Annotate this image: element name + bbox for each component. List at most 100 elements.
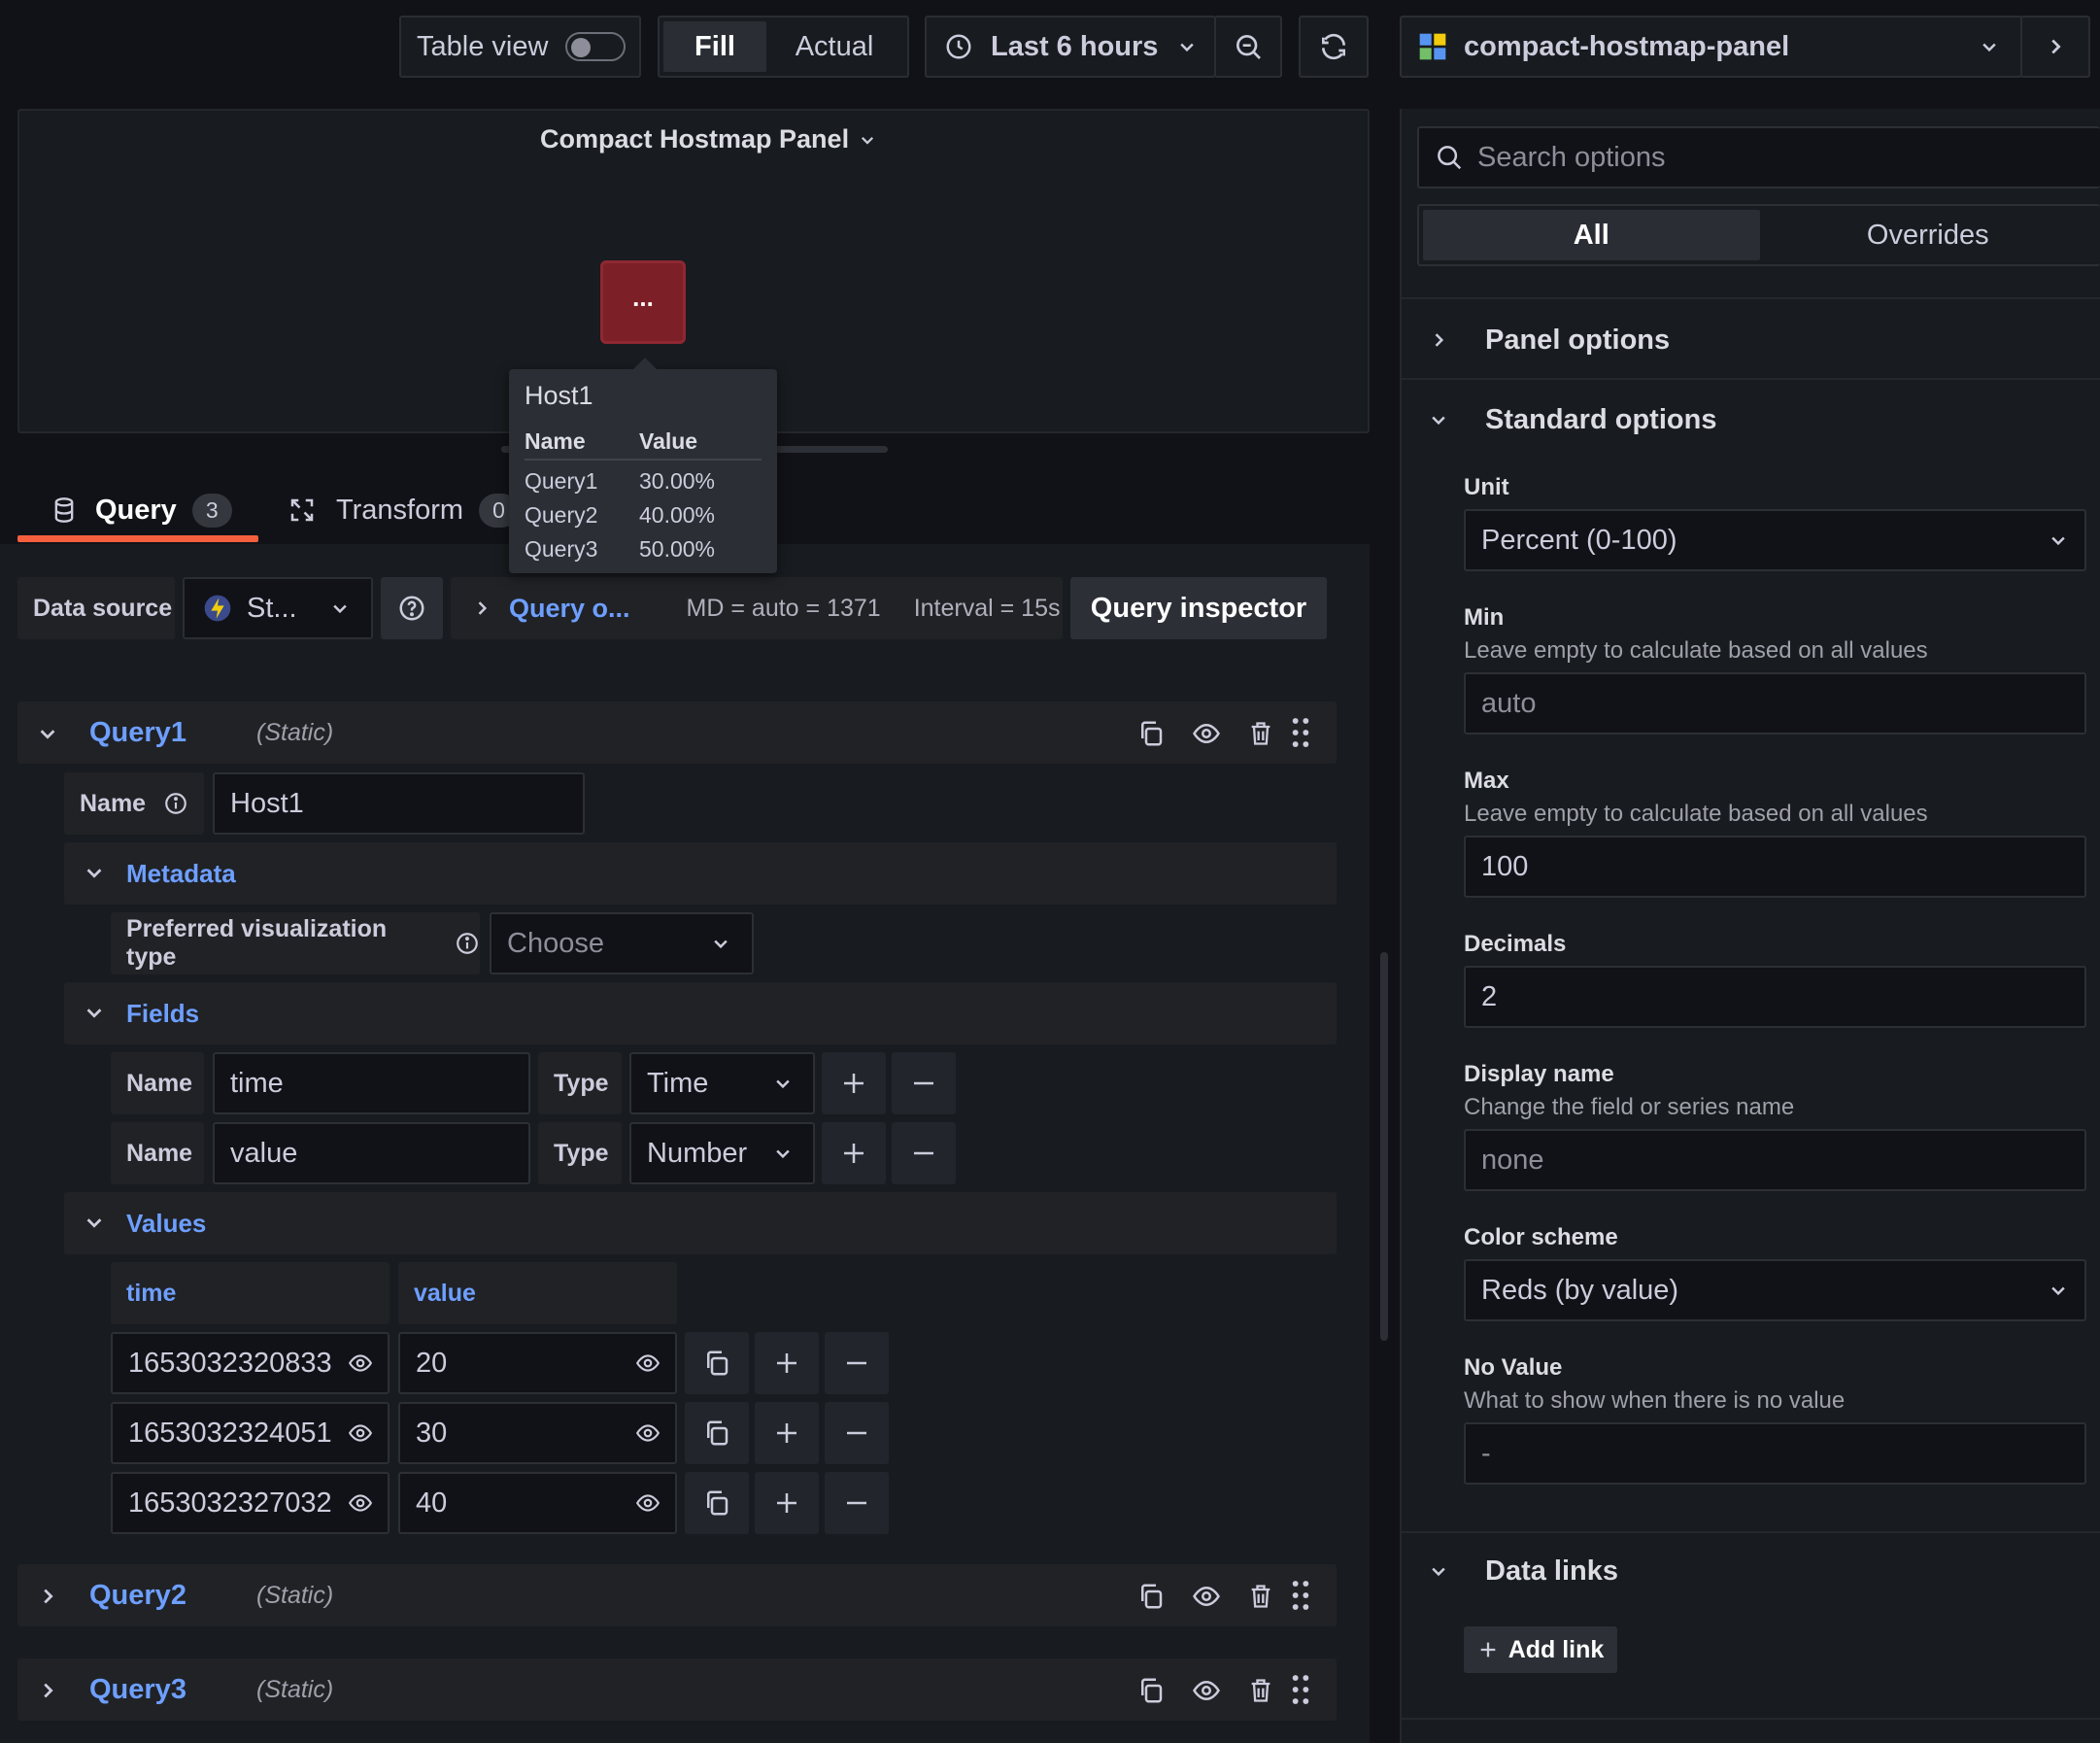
standard-options-section[interactable]: Standard options [1402,381,2100,459]
options-divider [1402,378,2100,380]
min-input[interactable]: auto [1464,672,2086,735]
max-input[interactable]: 100 [1464,836,2086,898]
fill-button[interactable]: Fill [663,21,766,72]
toggle-switch[interactable] [565,32,627,61]
table-view-toggle[interactable]: Table view [399,16,641,78]
refresh-button[interactable] [1299,16,1369,78]
query1-title[interactable]: Query1 [89,717,186,749]
chevron-down-icon[interactable] [84,1212,105,1233]
metadata-section-header[interactable] [64,842,1337,905]
eye-icon[interactable] [1191,1676,1222,1705]
chevron-right-icon[interactable] [37,1680,58,1701]
visualization-picker[interactable]: compact-hostmap-panel [1400,16,2022,78]
time-range-picker[interactable]: Last 6 hours [925,16,1216,78]
add-value-button[interactable] [755,1332,819,1394]
color-scheme-label: Color scheme [1464,1224,1618,1250]
field-name-input[interactable]: time [213,1052,530,1114]
value-value-input[interactable]: 40 [398,1472,677,1534]
eye-icon[interactable] [633,1490,662,1516]
duplicate-query-icon[interactable] [1136,719,1166,748]
actual-button[interactable]: Actual [766,21,902,72]
eye-icon[interactable] [633,1420,662,1446]
chevron-down-icon[interactable] [84,1002,105,1023]
eye-icon[interactable] [1191,719,1222,748]
field-type-select[interactable]: Time [629,1052,815,1114]
value-value-input[interactable]: 20 [398,1332,677,1394]
data-source-help-button[interactable] [381,577,443,639]
drag-handle-icon[interactable] [1290,1580,1311,1611]
tab-query[interactable]: Query 3 [17,476,258,544]
collapse-options-button[interactable] [2020,16,2090,78]
add-value-button[interactable] [755,1402,819,1464]
decimals-input[interactable]: 2 [1464,966,2086,1028]
remove-field-button[interactable] [892,1052,956,1114]
field-name-input[interactable]: value [213,1122,530,1184]
chevron-down-icon [2049,530,2068,550]
eye-icon[interactable] [633,1350,662,1376]
values-section-header[interactable] [64,1192,1337,1254]
duplicate-query-icon[interactable] [1136,1676,1166,1705]
data-links-section[interactable]: Data links [1402,1533,2100,1609]
unit-select[interactable]: Percent (0-100) [1464,509,2086,571]
drag-handle-icon[interactable] [1290,717,1311,748]
trash-icon[interactable] [1247,1676,1274,1705]
tab-overrides[interactable]: Overrides [1760,210,2097,260]
value-time-input[interactable]: 1653032324051 [111,1402,390,1464]
chevron-down-icon [2049,1281,2068,1300]
add-link-label: Add link [1507,1635,1605,1663]
duplicate-query-icon[interactable] [1136,1582,1166,1611]
query2-title[interactable]: Query2 [89,1580,186,1612]
value-value-input[interactable]: 30 [398,1402,677,1464]
chevron-down-icon[interactable] [37,723,58,744]
drag-handle-icon[interactable] [1290,1674,1311,1705]
remove-field-button[interactable] [892,1122,956,1184]
chevron-right-icon[interactable] [37,1586,58,1607]
eye-icon[interactable] [1191,1582,1222,1611]
data-source-picker[interactable]: St... [183,577,373,639]
query1-name-input[interactable]: Host1 [213,772,585,835]
value-time-input[interactable]: 1653032327032 [111,1472,390,1534]
chevron-down-icon [1980,37,1999,56]
remove-value-button[interactable] [825,1332,889,1394]
chevron-down-icon [773,1144,793,1163]
eye-icon[interactable] [346,1350,375,1376]
panel-title[interactable]: Compact Hostmap Panel [540,124,876,154]
no-value-input[interactable]: - [1464,1422,2086,1485]
remove-value-button[interactable] [825,1402,889,1464]
query-options-row[interactable]: Query o... MD = auto = 1371 Interval = 1… [451,577,1063,639]
chevron-down-icon[interactable] [84,862,105,883]
field-type-select[interactable]: Number [629,1122,815,1184]
options-tabs: All Overrides [1417,204,2100,266]
editor-scrollbar[interactable] [1380,952,1388,1341]
display-name-input[interactable]: none [1464,1129,2086,1191]
tab-transform[interactable]: Transform 0 [288,476,521,544]
add-link-button[interactable]: Add link [1464,1626,1617,1673]
plus-icon [844,1074,864,1093]
add-field-button[interactable] [822,1052,886,1114]
chevron-down-icon [711,934,730,953]
duplicate-value-button[interactable] [685,1472,749,1534]
add-field-button[interactable] [822,1122,886,1184]
duplicate-value-button[interactable] [685,1402,749,1464]
eye-icon[interactable] [346,1420,375,1446]
query3-title[interactable]: Query3 [89,1674,186,1706]
color-scheme-select[interactable]: Reds (by value) [1464,1259,2086,1321]
fields-section-header[interactable] [64,982,1337,1044]
help-icon [397,594,426,623]
host-cell[interactable]: ... [600,260,686,344]
duplicate-value-button[interactable] [685,1332,749,1394]
eye-icon[interactable] [346,1490,375,1516]
zoom-out-button[interactable] [1214,16,1282,78]
value-time-input[interactable]: 1653032320833 [111,1332,390,1394]
panel-options-section[interactable]: Panel options [1402,301,2100,379]
query-inspector-button[interactable]: Query inspector [1070,577,1327,639]
tab-query-label: Query [95,494,177,526]
search-options-input[interactable]: Search options [1417,126,2100,188]
trash-icon[interactable] [1247,1582,1274,1611]
preferred-vis-select[interactable]: Choose [490,912,754,974]
trash-icon[interactable] [1247,719,1274,748]
add-value-button[interactable] [755,1472,819,1534]
remove-value-button[interactable] [825,1472,889,1534]
tab-underline [17,535,258,542]
tab-all[interactable]: All [1423,210,1760,260]
